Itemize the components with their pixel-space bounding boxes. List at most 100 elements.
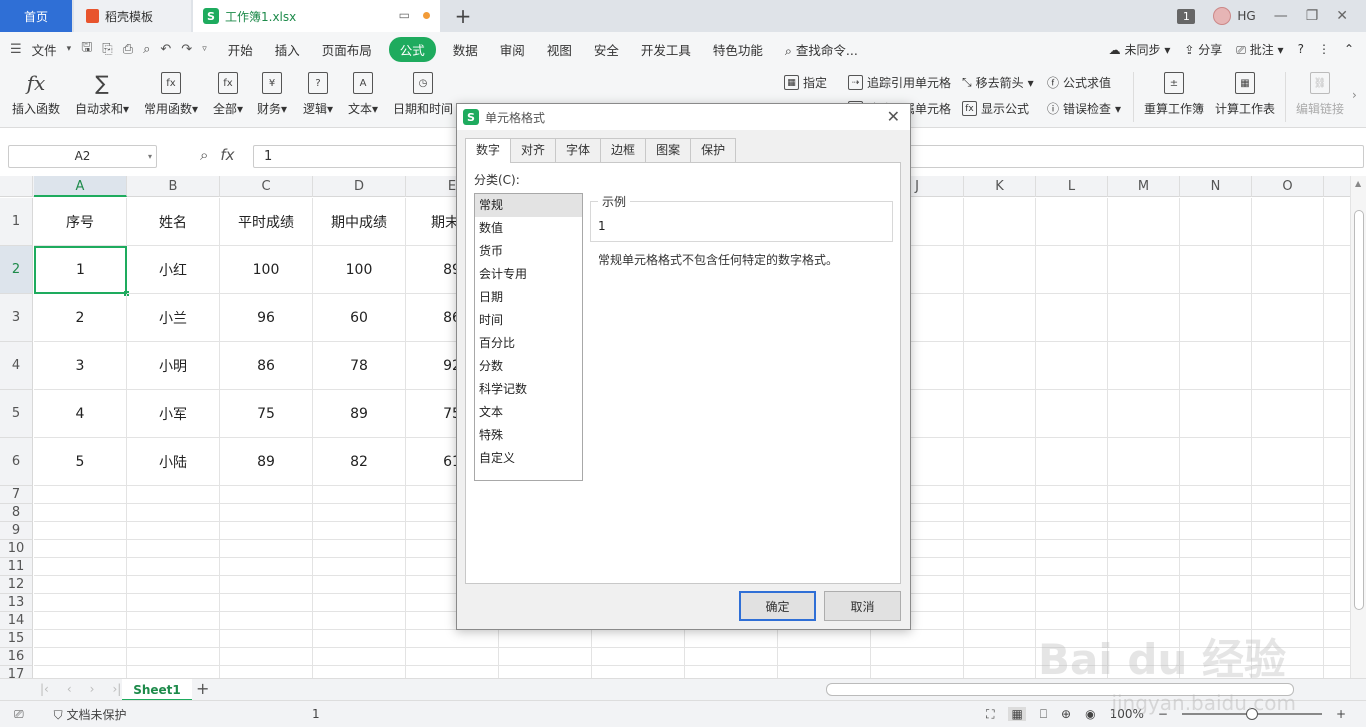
- window-count-badge[interactable]: 1: [1177, 8, 1196, 24]
- grid-cell[interactable]: [1180, 576, 1252, 594]
- more-icon[interactable]: ⋮: [1318, 42, 1330, 56]
- grid-cell[interactable]: [1108, 558, 1180, 576]
- column-header[interactable]: M: [1108, 176, 1180, 197]
- column-header[interactable]: O: [1252, 176, 1324, 197]
- column-header[interactable]: C: [220, 176, 313, 197]
- menu-review[interactable]: 审阅: [489, 40, 536, 59]
- grid-cell[interactable]: [1252, 504, 1324, 522]
- share-button[interactable]: ⇪ 分享: [1184, 41, 1222, 58]
- grid-cell[interactable]: [127, 612, 220, 630]
- column-header[interactable]: N: [1180, 176, 1252, 197]
- specify-button[interactable]: ▦ 指定: [784, 74, 827, 91]
- normal-view-icon[interactable]: ▦: [1008, 707, 1026, 721]
- column-header[interactable]: D: [313, 176, 406, 197]
- grid-cell[interactable]: [1108, 390, 1180, 438]
- row-header[interactable]: 10: [0, 540, 33, 558]
- grid-cell[interactable]: [1324, 486, 1350, 504]
- grid-cell[interactable]: [778, 648, 871, 666]
- vertical-scrollbar[interactable]: ▲: [1350, 176, 1366, 678]
- menu-view[interactable]: 视图: [536, 40, 583, 59]
- grid-cell[interactable]: [34, 504, 127, 522]
- grid-cell[interactable]: [127, 558, 220, 576]
- grid-cell[interactable]: [127, 576, 220, 594]
- grid-cell[interactable]: [964, 246, 1036, 294]
- save-icon[interactable]: 🖫: [81, 38, 92, 60]
- grid-cell[interactable]: 序号: [34, 198, 127, 246]
- category-item[interactable]: 科学记数: [475, 378, 582, 401]
- grid-cell[interactable]: [1180, 486, 1252, 504]
- first-sheet-icon[interactable]: |‹: [40, 682, 49, 696]
- row-header[interactable]: 17: [0, 666, 33, 678]
- grid-cell[interactable]: [1180, 504, 1252, 522]
- grid-cell[interactable]: [1324, 504, 1350, 522]
- grid-cell[interactable]: [1252, 486, 1324, 504]
- grid-cell[interactable]: [34, 558, 127, 576]
- cancel-button[interactable]: 取消: [824, 591, 901, 621]
- hamburger-icon[interactable]: ☰: [10, 42, 22, 57]
- grid-cell[interactable]: 4: [34, 390, 127, 438]
- grid-cell[interactable]: 100: [313, 246, 406, 294]
- grid-cell[interactable]: [34, 630, 127, 648]
- close-icon[interactable]: ✕: [1336, 8, 1348, 24]
- tab-font[interactable]: 字体: [555, 138, 602, 162]
- grid-cell[interactable]: 姓名: [127, 198, 220, 246]
- row-header[interactable]: 15: [0, 630, 33, 648]
- vertical-scroll-thumb[interactable]: [1354, 210, 1364, 610]
- category-item[interactable]: 货币: [475, 240, 582, 263]
- chevron-down-icon[interactable]: ▾: [67, 44, 72, 54]
- grid-cell[interactable]: [1180, 438, 1252, 486]
- grid-cell[interactable]: 小明: [127, 342, 220, 390]
- grid-cell[interactable]: [1252, 198, 1324, 246]
- grid-cell[interactable]: [592, 666, 685, 678]
- grid-cell[interactable]: [313, 576, 406, 594]
- grid-cell[interactable]: [127, 486, 220, 504]
- menu-features[interactable]: 特色功能: [702, 40, 774, 59]
- edit-links-button[interactable]: ⛓ 编辑链接: [1296, 70, 1344, 117]
- category-item[interactable]: 自定义: [475, 447, 582, 470]
- category-list[interactable]: 常规 数值 货币 会计专用 日期 时间 百分比 分数 科学记数 文本 特殊 自定义: [474, 193, 583, 481]
- chevron-down-icon[interactable]: ▾: [148, 146, 152, 167]
- grid-cell[interactable]: [1108, 576, 1180, 594]
- row-header[interactable]: 2: [0, 246, 33, 294]
- grid-cell[interactable]: [34, 486, 127, 504]
- grid-cell[interactable]: [313, 504, 406, 522]
- grid-cell[interactable]: [1108, 540, 1180, 558]
- grid-cell[interactable]: [34, 594, 127, 612]
- zoom-icon[interactable]: ⌕: [200, 146, 208, 164]
- minimize-icon[interactable]: —: [1274, 8, 1288, 24]
- grid-cell[interactable]: [1036, 576, 1108, 594]
- grid-cell[interactable]: [499, 648, 592, 666]
- select-all-corner[interactable]: [0, 176, 33, 197]
- grid-cell[interactable]: [1036, 246, 1108, 294]
- row-header[interactable]: 6: [0, 438, 33, 486]
- grid-cell[interactable]: [1252, 342, 1324, 390]
- grid-cell[interactable]: 小军: [127, 390, 220, 438]
- grid-cell[interactable]: 96: [220, 294, 313, 342]
- grid-cell[interactable]: [1108, 438, 1180, 486]
- grid-cell[interactable]: [1324, 540, 1350, 558]
- grid-cell[interactable]: [964, 522, 1036, 540]
- grid-cell[interactable]: [127, 522, 220, 540]
- grid-cell[interactable]: [1252, 540, 1324, 558]
- grid-cell[interactable]: [964, 630, 1036, 648]
- name-box[interactable]: A2 ▾: [8, 145, 157, 168]
- grid-cell[interactable]: [1252, 576, 1324, 594]
- grid-cell[interactable]: [592, 630, 685, 648]
- grid-cell[interactable]: [964, 558, 1036, 576]
- category-item[interactable]: 时间: [475, 309, 582, 332]
- grid-cell[interactable]: [1324, 612, 1350, 630]
- sync-button[interactable]: ☁ 未同步 ▾: [1109, 41, 1171, 58]
- show-formulas-button[interactable]: fx 显示公式: [962, 100, 1029, 117]
- column-header[interactable]: L: [1036, 176, 1108, 197]
- grid-cell[interactable]: 78: [313, 342, 406, 390]
- grid-cell[interactable]: [34, 648, 127, 666]
- grid-cell[interactable]: [964, 594, 1036, 612]
- grid-cell[interactable]: [1036, 594, 1108, 612]
- column-header[interactable]: A: [34, 176, 127, 197]
- menu-developer[interactable]: 开发工具: [630, 40, 702, 59]
- restore-icon[interactable]: ❐: [1306, 8, 1319, 24]
- grid-cell[interactable]: [127, 666, 220, 678]
- grid-cell[interactable]: [964, 540, 1036, 558]
- tab-home[interactable]: 首页: [0, 0, 72, 32]
- grid-cell[interactable]: [220, 594, 313, 612]
